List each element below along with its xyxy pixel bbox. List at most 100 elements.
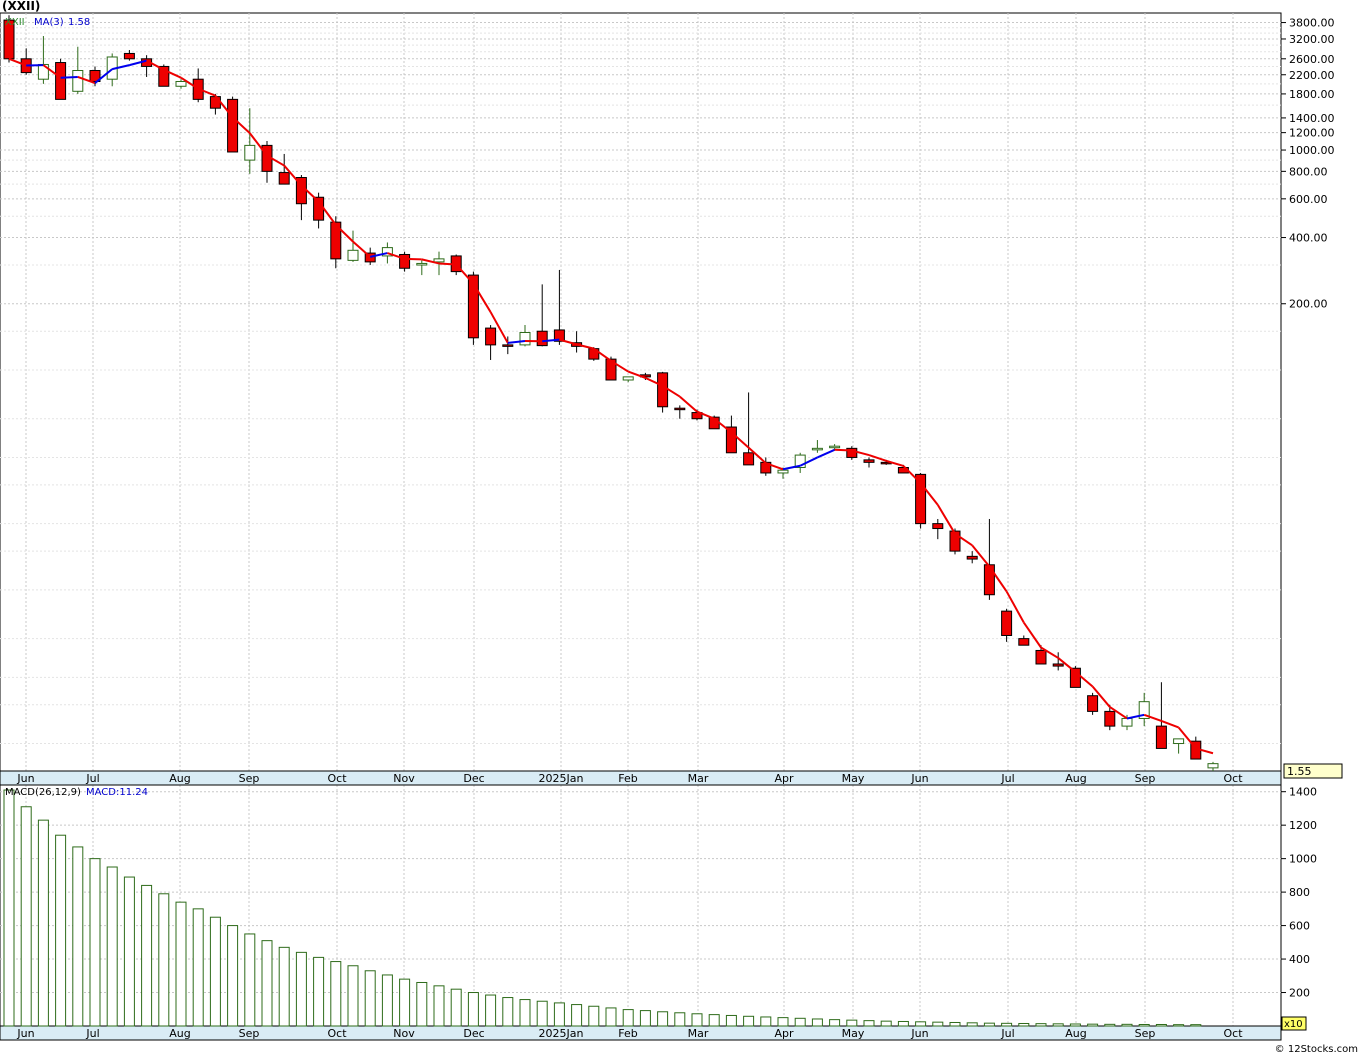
x-tick-label: Jun <box>910 772 928 785</box>
macd-bar <box>984 1023 994 1026</box>
candle-body <box>623 377 633 380</box>
candle-body <box>176 81 186 86</box>
x-tick-label: Nov <box>393 1027 415 1040</box>
legend-symbol: XXII <box>5 17 25 28</box>
macd-bar <box>296 952 306 1026</box>
x-tick-label: Jul <box>1000 772 1014 785</box>
macd-bar <box>709 1015 719 1026</box>
macd-bar <box>726 1015 736 1026</box>
candle-body <box>1019 639 1029 646</box>
x-tick-label: Dec <box>463 1027 484 1040</box>
macd-scale-label: x10 <box>1284 1019 1303 1030</box>
footer-credit: © 12Stocks.com <box>1275 1044 1358 1055</box>
x-tick-label: 2025Jan <box>539 772 584 785</box>
macd-bar <box>1122 1024 1132 1026</box>
candle-body <box>967 556 977 559</box>
candle-body <box>1036 650 1046 664</box>
stock-chart: Jun Jul Aug Sep Oct Nov Dec 2025Jan Feb Mar Apr May… <box>0 0 1360 1056</box>
y-tick-label: 1400.00 <box>1289 112 1335 125</box>
x-tick-label: Aug <box>169 1027 190 1040</box>
macd-bar <box>1036 1024 1046 1026</box>
macd-bar <box>262 941 272 1026</box>
macd-bar <box>933 1022 943 1026</box>
candle-body <box>56 63 66 100</box>
macd-bar <box>554 1003 564 1026</box>
x-tick-label: May <box>842 1027 865 1040</box>
y-tick-label: 600.00 <box>1289 193 1328 206</box>
macd-bar <box>73 847 83 1026</box>
y-tick-label: 200 <box>1289 987 1310 1000</box>
x-tick-label: Feb <box>618 1027 637 1040</box>
candle-body <box>537 331 547 345</box>
y-tick-label: 600 <box>1289 920 1310 933</box>
x-tick-label: Mar <box>688 1027 709 1040</box>
macd-bar <box>314 957 324 1026</box>
y-tick-label: 200.00 <box>1289 298 1328 311</box>
macd-bar <box>537 1001 547 1026</box>
macd-bar <box>1002 1023 1012 1026</box>
y-tick-label: 1400 <box>1289 786 1317 799</box>
macd-bar <box>744 1016 754 1026</box>
x-tick-label: Sep <box>239 772 260 785</box>
x-tick-label: Aug <box>1065 1027 1086 1040</box>
ma-segment <box>61 77 78 78</box>
x-tick-label: Sep <box>1135 1027 1156 1040</box>
x-tick-label: Mar <box>688 772 709 785</box>
macd-legend-name: MACD(26,12,9) <box>5 787 81 798</box>
x-tick-label: Oct <box>327 772 347 785</box>
y-tick-label: 800.00 <box>1289 165 1328 178</box>
macd-bar <box>400 979 410 1026</box>
y-tick-label: 3200.00 <box>1289 33 1335 46</box>
macd-bar <box>864 1021 874 1026</box>
candle-body <box>864 460 874 462</box>
macd-bar <box>812 1019 822 1026</box>
candle-body <box>1105 711 1115 726</box>
macd-bar <box>176 902 186 1026</box>
y-tick-label: 1000 <box>1289 853 1317 866</box>
macd-bar <box>916 1022 926 1026</box>
macd-bar <box>830 1020 840 1026</box>
x-tick-label: Oct <box>327 1027 347 1040</box>
macd-bar <box>210 917 220 1026</box>
x-tick-label: Oct <box>1223 1027 1243 1040</box>
x-tick-label: Jul <box>1000 1027 1014 1040</box>
y-tick-label: 2200.00 <box>1289 69 1335 82</box>
x-tick-label: Jun <box>910 1027 928 1040</box>
y-tick-label: 800 <box>1289 886 1310 899</box>
macd-bar <box>486 995 496 1026</box>
macd-bar <box>382 975 392 1026</box>
x-tick-label: Jun <box>16 772 34 785</box>
macd-bar <box>107 867 117 1026</box>
price-x-axis-band <box>0 771 1281 785</box>
macd-bar <box>1088 1024 1098 1026</box>
candle-body <box>658 373 668 407</box>
macd-bar <box>348 966 358 1026</box>
candle-body <box>417 263 427 265</box>
candle-body <box>124 53 134 58</box>
macd-bar <box>967 1023 977 1026</box>
macd-bar <box>640 1011 650 1026</box>
x-tick-label: Apr <box>774 1027 794 1040</box>
macd-bar <box>589 1006 599 1026</box>
macd-bar <box>761 1017 771 1026</box>
macd-bar <box>468 993 478 1026</box>
candle-body <box>726 427 736 453</box>
candle-body <box>1174 739 1184 744</box>
candle-body <box>675 408 685 410</box>
x-tick-label: Jun <box>16 1027 34 1040</box>
candle-body <box>1088 696 1098 712</box>
macd-bar <box>38 820 48 1026</box>
macd-bar <box>1070 1024 1080 1026</box>
macd-bar <box>692 1014 702 1026</box>
macd-bar <box>1191 1025 1201 1026</box>
candle-body <box>778 470 788 473</box>
y-tick-label: 400.00 <box>1289 232 1328 245</box>
macd-bar <box>279 947 289 1026</box>
x-tick-label: Sep <box>1135 772 1156 785</box>
candle-body <box>1002 611 1012 635</box>
candle-body <box>400 254 410 268</box>
ma-segment <box>835 450 852 451</box>
x-tick-label: May <box>842 772 865 785</box>
macd-bar <box>881 1021 891 1026</box>
macd-bar <box>778 1018 788 1026</box>
